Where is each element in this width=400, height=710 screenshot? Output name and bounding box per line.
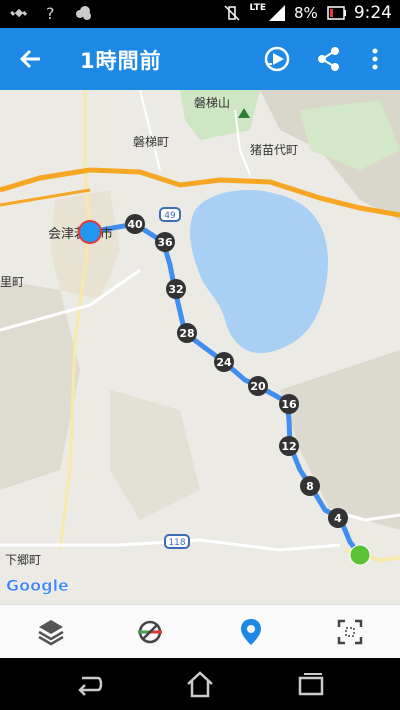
city-area — [50, 190, 120, 300]
more-vert-icon[interactable] — [358, 42, 392, 76]
svg-text:20: 20 — [250, 380, 266, 393]
app-bar: 1時間前 — [0, 28, 400, 90]
road-shield-49: 49 — [159, 207, 181, 222]
route-marker[interactable]: 20 — [248, 376, 268, 396]
fit-screen-icon[interactable] — [335, 617, 365, 647]
bottom-toolbar — [0, 604, 400, 659]
arrow-left-icon[interactable] — [14, 42, 48, 76]
svg-text:36: 36 — [157, 236, 173, 249]
layers-icon[interactable] — [36, 617, 66, 647]
network-type: LTE — [249, 3, 267, 13]
svg-text:32: 32 — [168, 283, 183, 296]
label-bandai-machi: 磐梯町 — [133, 135, 169, 149]
terrain — [110, 390, 200, 520]
share-icon[interactable] — [312, 42, 346, 76]
signal-icon — [269, 5, 286, 21]
status-bar: ? LTE 8% 9:24 — [0, 0, 400, 28]
svg-text:Google: Google — [6, 576, 69, 595]
page-title: 1時間前 — [80, 49, 162, 73]
start-marker[interactable] — [349, 544, 371, 566]
svg-text:4: 4 — [334, 512, 342, 525]
google-logo: Google — [6, 576, 70, 596]
route-marker[interactable]: 32 — [166, 279, 186, 299]
lake-inawashiro — [190, 190, 328, 354]
cloud-icon — [76, 6, 91, 20]
end-marker[interactable] — [78, 220, 102, 244]
route-marker[interactable]: 4 — [328, 508, 348, 528]
road-shield-118: 118 — [164, 534, 190, 549]
svg-text:8: 8 — [306, 480, 314, 493]
svg-text:40: 40 — [127, 218, 143, 231]
clock: 9:24 — [353, 3, 392, 23]
satellite-icon — [10, 8, 28, 18]
route-marker[interactable]: 8 — [300, 476, 320, 496]
road — [139, 90, 161, 171]
route-marker[interactable]: 24 — [214, 352, 234, 372]
svg-text:?: ? — [46, 4, 55, 22]
home-icon[interactable] — [183, 670, 217, 698]
route-marker[interactable]: 36 — [155, 232, 175, 252]
system-nav-bar — [0, 658, 400, 710]
map-view[interactable]: 磐梯山 磐梯町 猪苗代町 会津若松市 里町 下郷町 49 118 40 36 3… — [0, 90, 400, 604]
label-bandai-san: 磐梯山 — [194, 96, 230, 110]
svg-text:118: 118 — [168, 538, 185, 548]
label-inawashiro-machi: 猪苗代町 — [250, 143, 298, 157]
svg-text:16: 16 — [281, 398, 297, 411]
svg-text:24: 24 — [216, 356, 232, 369]
label-shimogo-machi: 下郷町 — [5, 553, 41, 567]
recents-icon[interactable] — [294, 670, 328, 698]
terrain — [280, 350, 400, 530]
vibrate-off-icon — [224, 5, 240, 21]
route-marker[interactable]: 40 — [125, 214, 145, 234]
svg-text:12: 12 — [281, 440, 296, 453]
back-icon[interactable] — [72, 670, 106, 698]
svg-text:49: 49 — [164, 211, 176, 221]
label-nishi-machi: 里町 — [0, 275, 24, 289]
location-pin-icon[interactable] — [236, 617, 266, 647]
track-color-icon[interactable] — [135, 617, 165, 647]
route-marker[interactable]: 28 — [177, 323, 197, 343]
question-icon: ? — [46, 4, 55, 22]
playback-icon[interactable] — [260, 42, 294, 76]
svg-text:28: 28 — [179, 327, 194, 340]
route-marker[interactable]: 12 — [279, 436, 299, 456]
battery-icon — [327, 6, 346, 20]
route-marker[interactable]: 16 — [279, 394, 299, 414]
map-canvas[interactable]: 磐梯山 磐梯町 猪苗代町 会津若松市 里町 下郷町 49 118 40 36 3… — [0, 90, 400, 604]
battery-percent: 8% — [294, 4, 318, 22]
